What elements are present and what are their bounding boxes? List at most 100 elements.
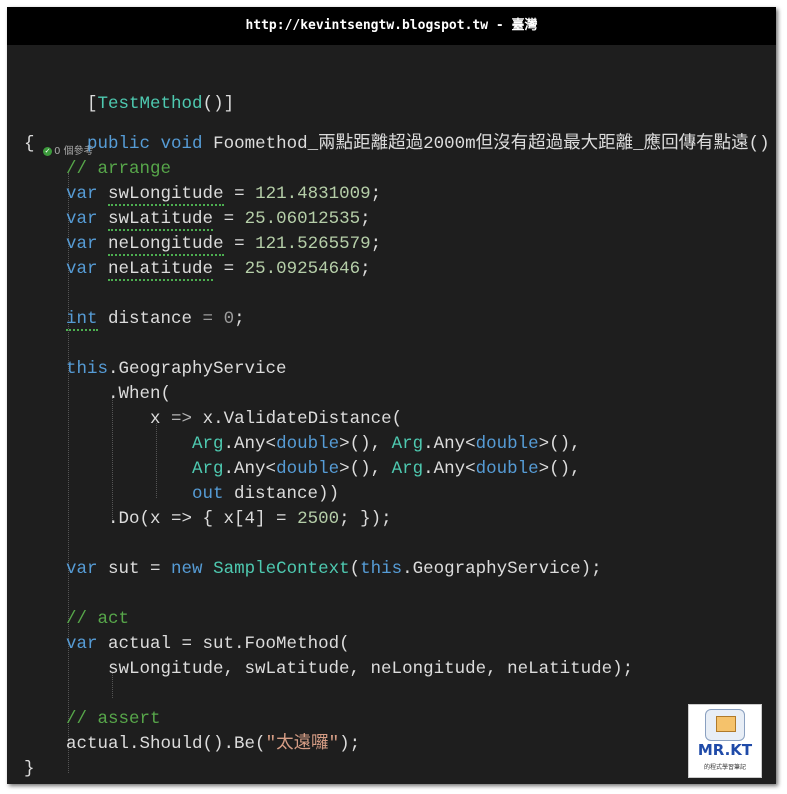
keyword-void: void — [160, 134, 203, 154]
comment-assert: // assert — [66, 709, 161, 729]
code-line-assert: actual.Should().Be("太遠囉"); — [24, 732, 360, 757]
keyword-double: double — [276, 434, 340, 454]
code-line-validate-distance: x => x.ValidateDistance( — [24, 407, 402, 432]
code-line-comment-arrange: // arrange — [24, 157, 171, 182]
type-arg: Arg — [391, 459, 424, 479]
type-sample-context: SampleContext — [213, 559, 350, 579]
code-editor: [TestMethod()] ✓ 0 個參考 public void Foomet… — [7, 45, 776, 784]
code-line-actual: var actual = sut.FooMethod( — [24, 632, 350, 657]
type-arg: Arg — [391, 434, 424, 454]
keyword-public: public — [87, 134, 151, 154]
assign-operator: = — [213, 259, 245, 279]
code-line-sw-longitude: var swLongitude = 121.4831009; — [24, 182, 381, 207]
code-line-geography-service: this.GeographyService — [24, 357, 287, 382]
comma: , — [370, 434, 392, 454]
string-expected: "太遠囉" — [265, 734, 340, 754]
assign-operator: = — [223, 234, 256, 254]
method-any: .Any< — [223, 434, 277, 454]
code-line-sut: var sut = new SampleContext(this.Geograp… — [24, 557, 602, 582]
brace-open: { — [24, 134, 35, 154]
keyword-double: double — [475, 434, 539, 454]
assign-operator: = — [223, 184, 256, 204]
assign-operator: = — [192, 309, 224, 329]
code-line-distance: int distance = 0; — [24, 307, 245, 332]
generic-close: >() — [538, 459, 571, 479]
generic-close: >() — [538, 434, 571, 454]
code-line-arg-any-2: Arg.Any<double>(), Arg.Any<double>(), — [24, 457, 581, 482]
variable-distance: distance — [97, 309, 193, 329]
code-line-comment-act: // act — [24, 607, 129, 632]
code-line-ne-longitude: var neLongitude = 121.5265579; — [24, 232, 381, 257]
method-any: .Any< — [223, 459, 277, 479]
variable-sw-longitude: swLongitude — [108, 184, 224, 206]
keyword-int: int — [66, 309, 98, 331]
comment-act: // act — [66, 609, 130, 629]
keyword-double: double — [276, 459, 340, 479]
argument-geography-service: .GeographyService); — [402, 559, 602, 579]
semicolon: ; — [370, 184, 382, 204]
code-line-comment-assert: // assert — [24, 707, 161, 732]
keyword-new: new — [171, 559, 203, 579]
lambda-param: x — [150, 409, 161, 429]
generic-close: >() — [339, 459, 371, 479]
code-line-do: .Do(x => { x[4] = 2500; }); — [24, 507, 392, 532]
lambda-arrow: => — [160, 409, 203, 429]
value-distance: 0 — [223, 309, 235, 329]
value-sw-latitude: 25.06012535 — [244, 209, 361, 229]
comma: , — [370, 459, 392, 479]
variable-sut: sut = — [97, 559, 172, 579]
code-line-act-args: swLongitude, swLatitude, neLongitude, ne… — [24, 657, 633, 682]
comma: , — [570, 434, 581, 454]
keyword-out: out — [192, 484, 224, 504]
code-line-brace-open: { — [24, 132, 35, 157]
paren-open: ( — [349, 559, 361, 579]
foomethod-arguments: swLongitude, swLatitude, neLongitude, ne… — [108, 659, 634, 679]
type-arg: Arg — [192, 459, 224, 479]
do-close: ; }); — [339, 509, 392, 529]
logo-picture-icon — [705, 709, 745, 741]
method-do: .Do( — [108, 509, 151, 529]
code-line-when: .When( — [24, 382, 171, 407]
logo-subtitle: 的程式學習筆記 — [703, 764, 746, 771]
semicolon: ; — [234, 309, 245, 329]
code-line-arg-any-1: Arg.Any<double>(), Arg.Any<double>(), — [24, 432, 581, 457]
keyword-var: var — [66, 209, 98, 229]
keyword-this: this — [360, 559, 403, 579]
code-line-brace-close: } — [24, 757, 35, 782]
semicolon: ; — [360, 209, 371, 229]
brace-close: } — [24, 759, 35, 779]
variable-ne-latitude: neLatitude — [108, 259, 214, 281]
variable-actual: actual = sut.FooMethod( — [97, 634, 350, 654]
semicolon: ; — [370, 234, 382, 254]
keyword-var: var — [66, 634, 98, 654]
method-validate-distance: x.ValidateDistance( — [202, 409, 403, 429]
variable-ne-longitude: neLongitude — [108, 234, 224, 256]
method-when: .When( — [108, 384, 172, 404]
code-line-out-distance: out distance)) — [24, 482, 339, 507]
keyword-var: var — [66, 184, 98, 204]
comment-arrange: // arrange — [66, 159, 172, 179]
keyword-var: var — [66, 559, 98, 579]
code-line-ne-latitude: var neLatitude = 25.09254646; — [24, 257, 371, 282]
method-name: Foomethod_兩點距離超過2000m但沒有超過最大距離_應回傳有點遠() — [213, 134, 770, 154]
code-line-sw-latitude: var swLatitude = 25.06012535; — [24, 207, 371, 232]
method-any: .Any< — [423, 459, 476, 479]
assert-call: actual.Should().Be( — [66, 734, 266, 754]
keyword-var: var — [66, 234, 98, 254]
semicolon: ; — [360, 259, 371, 279]
value-sw-longitude: 121.4831009 — [255, 184, 371, 204]
keyword-var: var — [66, 259, 98, 279]
method-any: .Any< — [423, 434, 476, 454]
do-lambda: x => { x[4] = — [150, 509, 298, 529]
value-2500: 2500 — [297, 509, 340, 529]
blog-url-header: http://kevintsengtw.blogspot.tw - 臺灣 — [7, 7, 776, 45]
value-ne-latitude: 25.09254646 — [244, 259, 361, 279]
comma: , — [570, 459, 581, 479]
property-geography-service: .GeographyService — [108, 359, 287, 379]
variable-sw-latitude: swLatitude — [108, 209, 214, 231]
type-arg: Arg — [192, 434, 224, 454]
generic-close: >() — [339, 434, 371, 454]
assign-operator: = — [213, 209, 245, 229]
code-screenshot-frame: http://kevintsengtw.blogspot.tw - 臺灣 [Te… — [7, 7, 776, 784]
code-line-signature: public void Foomethod_兩點距離超過2000m但沒有超過最大… — [24, 107, 770, 154]
